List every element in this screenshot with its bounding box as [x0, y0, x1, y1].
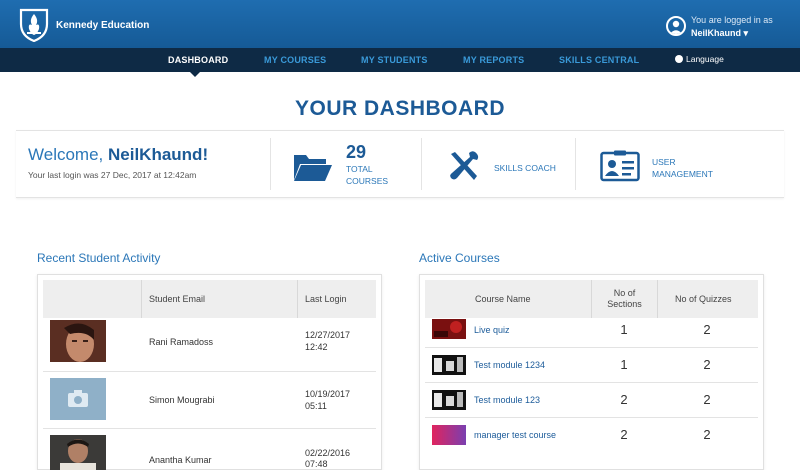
quizzes-count: 2: [703, 427, 711, 442]
nav-item-my-students[interactable]: MY STUDENTS: [361, 55, 428, 65]
nav-item-my-courses[interactable]: MY COURSES: [264, 55, 326, 65]
active-nav-indicator: [190, 72, 200, 77]
user-label-line2: MANAGEMENT: [652, 169, 713, 179]
brand-logo-icon[interactable]: [18, 6, 50, 42]
brand-name[interactable]: Kennedy Education: [56, 20, 149, 31]
skills-coach-link[interactable]: SKILLS COACH: [494, 162, 556, 174]
student-name[interactable]: Simon Mougrabi: [149, 395, 215, 405]
course-thumbnail[interactable]: [432, 425, 466, 445]
sections-count: 2: [620, 427, 628, 442]
camera-icon: [68, 390, 88, 407]
id-card-icon[interactable]: [600, 150, 640, 182]
folder-icon[interactable]: [293, 150, 333, 182]
course-link[interactable]: Live quiz: [474, 325, 510, 335]
last-login-date: 10/19/2017: [305, 389, 351, 399]
welcome-message: Welcome, NeilKhaund!: [28, 145, 208, 165]
active-courses-table-header: Course Name No of Sections No of Quizzes: [425, 280, 758, 318]
quizzes-count: 2: [703, 322, 711, 337]
last-login-time: 12:42: [305, 342, 328, 352]
language-selector[interactable]: Language: [675, 54, 724, 64]
row-divider: [425, 417, 758, 418]
last-login-time: 07:48: [305, 459, 328, 469]
column-no-of-quizzes[interactable]: No of Quizzes: [675, 280, 732, 318]
course-thumbnail[interactable]: [432, 390, 466, 410]
total-label-line2: COURSES: [346, 176, 389, 186]
user-management-link[interactable]: USER MANAGEMENT: [652, 156, 713, 180]
total-courses-count[interactable]: 29: [346, 142, 366, 163]
student-avatar[interactable]: [50, 435, 106, 470]
quizzes-count: 2: [703, 357, 711, 372]
column-separator: [657, 280, 658, 318]
column-separator: [297, 280, 298, 318]
recent-activity-table-header: Student Email Last Login: [43, 280, 376, 318]
row-divider: [43, 428, 376, 429]
language-label: Language: [686, 54, 724, 64]
sections-count: 2: [620, 392, 628, 407]
course-thumbnail[interactable]: [432, 355, 466, 375]
logged-in-label: You are logged in as: [691, 15, 773, 25]
active-courses-heading: Active Courses: [419, 251, 500, 265]
sections-count: 1: [620, 322, 628, 337]
student-avatar-placeholder[interactable]: [50, 378, 106, 420]
last-login-time: 05:11: [305, 401, 327, 411]
course-link[interactable]: Test module 123: [474, 395, 540, 405]
column-course-name[interactable]: Course Name: [475, 280, 531, 318]
last-login-text: Your last login was 27 Dec, 2017 at 12:4…: [28, 170, 197, 180]
divider: [421, 138, 422, 190]
welcome-user-name: NeilKhaund!: [108, 145, 209, 164]
column-student-email[interactable]: Student Email: [149, 280, 205, 318]
row-divider: [425, 347, 758, 348]
nav-item-skills-central[interactable]: SKILLS CENTRAL: [559, 55, 639, 65]
course-link[interactable]: Test module 1234: [474, 360, 545, 370]
student-name[interactable]: Rani Ramadoss: [149, 337, 213, 347]
page-title: YOUR DASHBOARD: [294, 97, 505, 120]
user-label-line1: USER: [652, 157, 676, 167]
course-link[interactable]: manager test course: [474, 430, 556, 440]
welcome-greeting: Welcome,: [28, 145, 108, 164]
recent-activity-heading: Recent Student Activity: [37, 251, 161, 265]
user-avatar-icon[interactable]: [666, 16, 686, 36]
sections-count: 1: [620, 357, 628, 372]
quizzes-count: 2: [703, 392, 711, 407]
column-sections-line2: Sections: [607, 299, 642, 309]
total-courses-label[interactable]: TOTAL COURSES: [346, 163, 388, 187]
student-avatar[interactable]: [50, 320, 106, 362]
column-separator: [141, 280, 142, 318]
column-sections-line1: No of: [613, 288, 636, 298]
top-header: Kennedy Education You are logged in as N…: [0, 0, 800, 48]
column-last-login[interactable]: Last Login: [305, 280, 347, 318]
divider: [575, 138, 576, 190]
student-name[interactable]: Anantha Kumar: [149, 455, 212, 465]
last-login-date: 02/22/2016: [305, 448, 351, 458]
tools-icon[interactable]: [447, 150, 481, 182]
last-login-date: 12/27/2017: [305, 330, 351, 340]
divider: [270, 138, 271, 190]
nav-item-my-reports[interactable]: MY REPORTS: [463, 55, 524, 65]
row-divider: [43, 371, 376, 372]
globe-icon: [675, 55, 683, 63]
nav-item-dashboard[interactable]: DASHBOARD: [168, 55, 228, 65]
total-label-line1: TOTAL: [346, 164, 373, 174]
main-nav: DASHBOARD MY COURSES MY STUDENTS MY REPO…: [0, 48, 800, 72]
column-no-of-sections[interactable]: No of Sections: [592, 280, 657, 318]
row-divider: [425, 382, 758, 383]
user-menu-dropdown[interactable]: NeilKhaund ▾: [691, 28, 748, 39]
course-thumbnail[interactable]: [432, 319, 466, 339]
